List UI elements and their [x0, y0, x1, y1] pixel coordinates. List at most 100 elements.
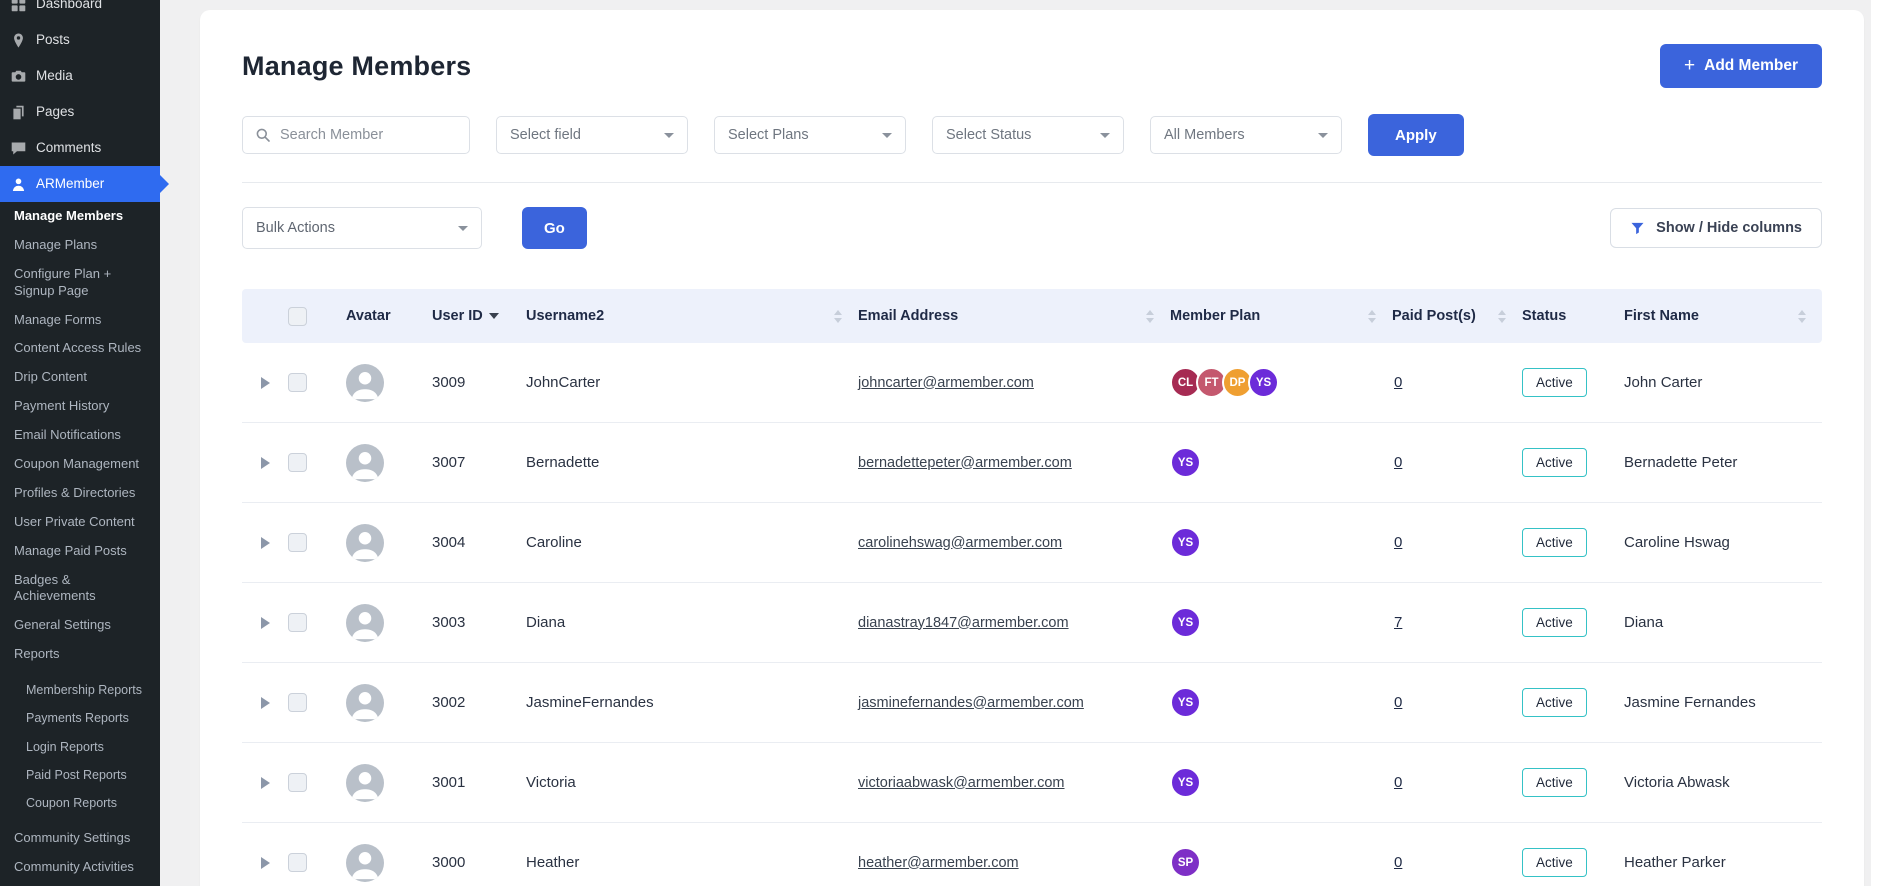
table-row: 3009 JohnCarter johncarter@armember.com CL F…: [242, 343, 1822, 423]
expand-row-button[interactable]: [260, 536, 270, 549]
scrollbar-track[interactable]: [1871, 0, 1880, 886]
column-header-paid-post-s[interactable]: Paid Post(s): [1392, 308, 1522, 324]
submenu-item-configure-plan-signup-page[interactable]: Configure Plan + Signup Page: [0, 260, 160, 306]
sidebar-item-armember[interactable]: ARMember: [0, 166, 160, 202]
sidebar-item-dashboard[interactable]: Dashboard: [0, 0, 160, 22]
plus-icon: +: [1684, 55, 1696, 76]
row-checkbox[interactable]: [288, 853, 307, 872]
paid-posts-link[interactable]: 0: [1392, 534, 1402, 551]
show-hide-columns-label: Show / Hide columns: [1656, 220, 1802, 236]
expand-row-button[interactable]: [260, 376, 270, 389]
submenu-item-reports[interactable]: Reports: [0, 640, 160, 669]
status-badge: Active: [1522, 528, 1587, 557]
column-label: First Name: [1624, 308, 1699, 324]
expand-row-button[interactable]: [260, 696, 270, 709]
row-checkbox[interactable]: [288, 533, 307, 552]
submenu-item-user-private-content[interactable]: User Private Content: [0, 508, 160, 537]
paid-posts-link[interactable]: 0: [1392, 374, 1402, 391]
submenu-item-profiles-directories[interactable]: Profiles & Directories: [0, 479, 160, 508]
column-header-username2[interactable]: Username2: [526, 308, 858, 324]
row-checkbox[interactable]: [288, 693, 307, 712]
row-checkbox[interactable]: [288, 613, 307, 632]
user-id-cell: 3002: [432, 694, 466, 711]
member-icon: [10, 176, 27, 193]
sort-icon: [834, 309, 842, 323]
paid-posts-link[interactable]: 0: [1392, 774, 1402, 791]
apply-button[interactable]: Apply: [1368, 114, 1464, 156]
expand-row-button[interactable]: [260, 776, 270, 789]
plans-select[interactable]: Select Plans: [714, 116, 906, 154]
row-checkbox[interactable]: [288, 373, 307, 392]
submenu-item-badges-achievements[interactable]: Badges & Achievements: [0, 566, 160, 612]
username-cell: Victoria: [526, 774, 576, 791]
submenu-item-coupon-management[interactable]: Coupon Management: [0, 450, 160, 479]
show-hide-columns-button[interactable]: Show / Hide columns: [1610, 208, 1822, 248]
add-member-button[interactable]: + Add Member: [1660, 44, 1822, 88]
expand-row-button[interactable]: [260, 456, 270, 469]
avatar: [346, 363, 384, 402]
email-link[interactable]: victoriaabwask@armember.com: [858, 775, 1065, 791]
submenu-item-login-reports[interactable]: Login Reports: [0, 733, 160, 761]
table-row: 3002 JasmineFernandes jasminefernandes@arm…: [242, 663, 1822, 743]
first-name-cell: Bernadette Peter: [1624, 454, 1738, 471]
plans-select-value: Select Plans: [728, 127, 809, 143]
go-button[interactable]: Go: [522, 207, 587, 249]
column-header-first-name[interactable]: First Name: [1624, 308, 1822, 324]
email-link[interactable]: dianastray1847@armember.com: [858, 615, 1069, 631]
username-cell: Caroline: [526, 534, 582, 551]
column-header-user-id[interactable]: User ID: [432, 308, 526, 324]
paid-posts-link[interactable]: 0: [1392, 694, 1402, 711]
sort-icon: [1368, 309, 1376, 323]
submenu-item-manage-forms[interactable]: Manage Forms: [0, 306, 160, 335]
row-checkbox[interactable]: [288, 453, 307, 472]
email-link[interactable]: johncarter@armember.com: [858, 375, 1034, 391]
submenu-item-membership-reports[interactable]: Membership Reports: [0, 676, 160, 704]
sidebar-item-posts[interactable]: Posts: [0, 22, 160, 58]
search-input[interactable]: [280, 127, 457, 143]
sidebar-item-pages[interactable]: Pages: [0, 94, 160, 130]
expand-row-button[interactable]: [260, 616, 270, 629]
sidebar-item-comments[interactable]: Comments: [0, 130, 160, 166]
field-select[interactable]: Select field: [496, 116, 688, 154]
expand-row-button[interactable]: [260, 856, 270, 869]
submenu-item-content-access-rules[interactable]: Content Access Rules: [0, 334, 160, 363]
user-id-cell: 3000: [432, 854, 466, 871]
submenu-item-payment-history[interactable]: Payment History: [0, 392, 160, 421]
submenu-item-community-settings[interactable]: Community Settings: [0, 824, 160, 853]
sidebar-item-media[interactable]: Media: [0, 58, 160, 94]
sort-icon: [1146, 309, 1154, 323]
submenu-item-community-activities[interactable]: Community Activities: [0, 853, 160, 882]
submenu-item-manage-members[interactable]: Manage Members: [0, 202, 160, 231]
column-header-member-plan[interactable]: Member Plan: [1170, 308, 1392, 324]
email-link[interactable]: jasminefernandes@armember.com: [858, 695, 1084, 711]
paid-posts-link[interactable]: 0: [1392, 854, 1402, 871]
sidebar-top-menu: Dashboard Posts Media Pages Comments ARMember: [0, 0, 160, 202]
submenu-item-coupon-reports[interactable]: Coupon Reports: [0, 789, 160, 817]
first-name-cell: Heather Parker: [1624, 854, 1726, 871]
bulk-actions-bar: Bulk Actions Go Show / Hide columns: [242, 207, 1822, 249]
status-select[interactable]: Select Status: [932, 116, 1124, 154]
submenu-item-general-settings[interactable]: General Settings: [0, 611, 160, 640]
submenu-item-email-notifications[interactable]: Email Notifications: [0, 421, 160, 450]
sidebar-item-label: ARMember: [36, 176, 105, 191]
submenu-item-manage-plans[interactable]: Manage Plans: [0, 231, 160, 260]
select-all-checkbox[interactable]: [288, 306, 307, 326]
submenu-item-paid-post-reports[interactable]: Paid Post Reports: [0, 761, 160, 789]
bulk-actions-select[interactable]: Bulk Actions: [242, 207, 482, 249]
sidebar-item-label: Media: [36, 68, 73, 83]
email-link[interactable]: carolinehswag@armember.com: [858, 535, 1062, 551]
column-header-email-address[interactable]: Email Address: [858, 308, 1170, 324]
submenu-item-payments-reports[interactable]: Payments Reports: [0, 704, 160, 732]
submenu-item-drip-content[interactable]: Drip Content: [0, 363, 160, 392]
sidebar-item-label: Comments: [36, 140, 102, 155]
row-checkbox[interactable]: [288, 773, 307, 792]
username-cell: Diana: [526, 614, 566, 631]
email-link[interactable]: heather@armember.com: [858, 855, 1019, 871]
paid-posts-link[interactable]: 0: [1392, 454, 1402, 471]
email-link[interactable]: bernadettepeter@armember.com: [858, 455, 1072, 471]
members-select[interactable]: All Members: [1150, 116, 1342, 154]
submenu-item-manage-paid-posts[interactable]: Manage Paid Posts: [0, 537, 160, 566]
paid-posts-link[interactable]: 7: [1392, 614, 1402, 631]
member-plan-cell: YS: [1170, 687, 1392, 718]
first-name-cell: Victoria Abwask: [1624, 774, 1730, 791]
